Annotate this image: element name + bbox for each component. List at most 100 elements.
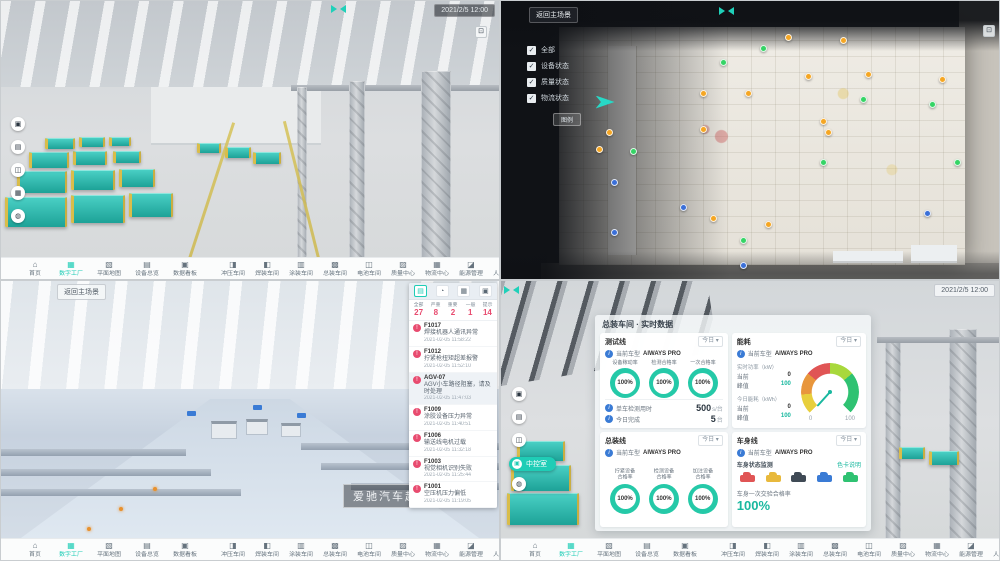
control-room-pill-button[interactable]: ▣ 中控室 <box>509 457 556 471</box>
status-dot[interactable] <box>611 229 618 236</box>
alarm-tab[interactable]: ▣ <box>479 285 492 297</box>
viewpoint-button[interactable]: ◫ <box>11 163 25 177</box>
toolbar-item[interactable]: ▲ 人员定位 <box>491 542 500 558</box>
layer-row[interactable]: 设备状态 <box>527 61 581 71</box>
status-dot[interactable] <box>860 96 867 103</box>
toolbar-item[interactable]: ◧ 焊装车间 <box>753 542 781 558</box>
status-dot[interactable] <box>606 129 613 136</box>
status-dot[interactable] <box>745 90 752 97</box>
viewpoint-button[interactable]: ◍ <box>512 477 526 491</box>
toolbar-item[interactable]: ◪ 能源管理 <box>457 261 485 277</box>
alarm-tab[interactable]: ▤ <box>414 285 427 297</box>
toolbar-item[interactable]: ▦ 物流中心 <box>423 261 451 277</box>
status-dot[interactable] <box>825 129 832 136</box>
toolbar-item[interactable]: ▨ 质量中心 <box>389 261 417 277</box>
legend-button[interactable]: 图例 <box>553 113 581 126</box>
toolbar-item[interactable]: ▧ 平面地图 <box>95 261 123 277</box>
toolbar-item[interactable]: ▦ 物流中心 <box>923 542 951 558</box>
alarm-stat[interactable]: 严重 8 <box>427 302 444 317</box>
toolbar-item[interactable]: ▣ 数据看板 <box>171 542 199 558</box>
status-dot[interactable] <box>765 221 772 228</box>
toolbar-item[interactable]: ▣ 数据看板 <box>671 542 699 558</box>
toolbar-item[interactable]: ▤ 设备总览 <box>133 542 161 558</box>
toolbar-item[interactable]: ▩ 总装车间 <box>321 261 349 277</box>
toolbar-item[interactable]: ▦ 物流中心 <box>423 542 451 558</box>
layer-row[interactable]: 物流状态 <box>527 93 581 103</box>
alarm-tab[interactable]: ▦ <box>457 285 470 297</box>
checkbox-icon[interactable] <box>527 46 536 55</box>
toolbar-item[interactable]: ▤ 设备总览 <box>633 542 661 558</box>
toolbar-item[interactable]: ▦ 数字工厂 <box>57 261 85 277</box>
toolbar-item[interactable]: ◫ 电池车间 <box>355 542 383 558</box>
toolbar-item[interactable]: ⌂ 首页 <box>523 542 547 558</box>
layer-row[interactable]: 质量状态 <box>527 77 581 87</box>
toolbar-item[interactable]: ▧ 平面地图 <box>595 542 623 558</box>
car-status-icon[interactable] <box>766 475 781 482</box>
toolbar-item[interactable]: ⌂ 首页 <box>23 261 47 277</box>
checkbox-icon[interactable] <box>527 62 536 71</box>
car-status-icon[interactable] <box>817 475 832 482</box>
viewpoint-button[interactable]: ▦ <box>11 186 25 200</box>
alarm-stat[interactable]: 一般 1 <box>462 302 479 317</box>
period-select[interactable]: 今日 <box>698 336 723 347</box>
toolbar-item[interactable]: ▩ 总装车间 <box>321 542 349 558</box>
toolbar-item[interactable]: ◫ 电池车间 <box>855 542 883 558</box>
toolbar-item[interactable]: ▣ 数据看板 <box>171 261 199 277</box>
toolbar-item[interactable]: ▨ 质量中心 <box>389 542 417 558</box>
period-select[interactable]: 今日 <box>836 435 861 446</box>
toolbar-item[interactable]: ▥ 涂装车间 <box>287 261 315 277</box>
period-select[interactable]: 今日 <box>698 435 723 446</box>
toolbar-item[interactable]: ◧ 焊装车间 <box>253 261 281 277</box>
alarm-list-item[interactable]: F1017 焊接机器人通讯异常 2021-02-05 11:58:22 <box>409 321 497 347</box>
expand-button[interactable]: ⊡ <box>983 25 995 37</box>
toolbar-item[interactable]: ⌂ 首页 <box>23 542 47 558</box>
toolbar-item[interactable]: ◨ 冲压车间 <box>219 261 247 277</box>
viewpoint-button[interactable]: ◍ <box>11 209 25 223</box>
viewpoint-button[interactable]: ▣ <box>512 387 526 401</box>
toolbar-item[interactable]: ◧ 焊装车间 <box>253 542 281 558</box>
expand-button[interactable]: ⊡ <box>475 26 487 38</box>
status-dot[interactable] <box>611 179 618 186</box>
toolbar-item[interactable]: ▦ 数字工厂 <box>557 542 585 558</box>
status-dot[interactable] <box>596 146 603 153</box>
viewpoint-button[interactable]: ◫ <box>512 433 526 447</box>
toolbar-item[interactable]: ▥ 涂装车间 <box>287 542 315 558</box>
alarm-list-item[interactable]: F1006 输送线电机过载 2021-02-05 11:32:18 <box>409 431 497 457</box>
status-dot[interactable] <box>865 71 872 78</box>
status-dot[interactable] <box>820 118 827 125</box>
period-select[interactable]: 今日 <box>836 336 861 347</box>
status-dot[interactable] <box>840 37 847 44</box>
toolbar-item[interactable]: ▦ 数字工厂 <box>57 542 85 558</box>
viewpoint-button[interactable]: ▤ <box>512 410 526 424</box>
toolbar-item[interactable]: ◪ 能源管理 <box>457 542 485 558</box>
toolbar-item[interactable]: ◫ 电池车间 <box>355 261 383 277</box>
toolbar-item[interactable]: ◪ 能源管理 <box>957 542 985 558</box>
viewpoint-button[interactable]: ▤ <box>11 140 25 154</box>
alarm-list-item[interactable]: F1009 涂胶设备压力异常 2021-02-05 11:40:51 <box>409 405 497 431</box>
car-status-icon[interactable] <box>843 475 858 482</box>
color-legend-link[interactable]: 色卡说明 <box>837 460 861 469</box>
toolbar-item[interactable]: ▲ 人员定位 <box>491 261 500 277</box>
alarm-list-item[interactable]: AGV-07 AGV小车路径阻塞，请及时处理 2021-02-05 11:47:… <box>409 373 497 406</box>
layer-row[interactable]: 全部 <box>527 45 581 55</box>
back-button[interactable]: 返回主场景 <box>529 7 578 23</box>
alarm-list-item[interactable]: F1003 视觉相机识别失败 2021-02-05 11:25:44 <box>409 457 497 483</box>
alarm-stat[interactable]: 重要 2 <box>444 302 461 317</box>
toolbar-item[interactable]: ◨ 冲压车间 <box>719 542 747 558</box>
alarm-stat[interactable]: 全部 27 <box>410 302 427 317</box>
toolbar-item[interactable]: ▩ 总装车间 <box>821 542 849 558</box>
car-status-icon[interactable] <box>791 475 806 482</box>
toolbar-item[interactable]: ▧ 平面地图 <box>95 542 123 558</box>
alarm-list-item[interactable]: F1012 拧紧枪扭矩超差报警 2021-02-05 11:52:10 <box>409 347 497 373</box>
status-dot[interactable] <box>805 73 812 80</box>
alarm-tab[interactable]: ◔ <box>436 285 449 297</box>
car-status-icon[interactable] <box>740 475 755 482</box>
viewpoint-button[interactable]: ▣ <box>11 117 25 131</box>
status-dot[interactable] <box>924 210 931 217</box>
toolbar-item[interactable]: ◨ 冲压车间 <box>219 542 247 558</box>
toolbar-item[interactable]: ▥ 涂装车间 <box>787 542 815 558</box>
toolbar-item[interactable]: ▤ 设备总览 <box>133 261 161 277</box>
toolbar-item[interactable]: ▲ 人员定位 <box>991 542 1000 558</box>
checkbox-icon[interactable] <box>527 94 536 103</box>
checkbox-icon[interactable] <box>527 78 536 87</box>
